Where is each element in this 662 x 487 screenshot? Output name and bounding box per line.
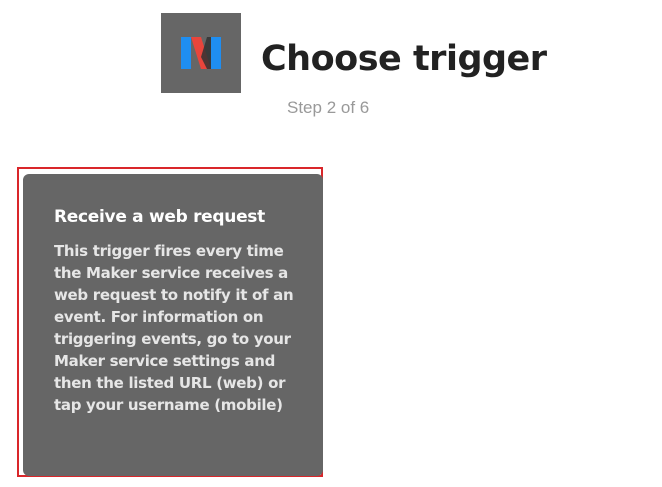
trigger-card-title: Receive a web request [54, 207, 265, 227]
step-indicator: Step 2 of 6 [287, 98, 370, 117]
page-title: Choose trigger [261, 39, 547, 79]
maker-service-logo [161, 13, 241, 93]
trigger-card-description: This trigger fires every time the Maker … [54, 242, 294, 414]
trigger-card-receive-web-request[interactable]: Receive a web request This trigger fires… [23, 174, 323, 476]
maker-logo-icon [181, 37, 221, 69]
